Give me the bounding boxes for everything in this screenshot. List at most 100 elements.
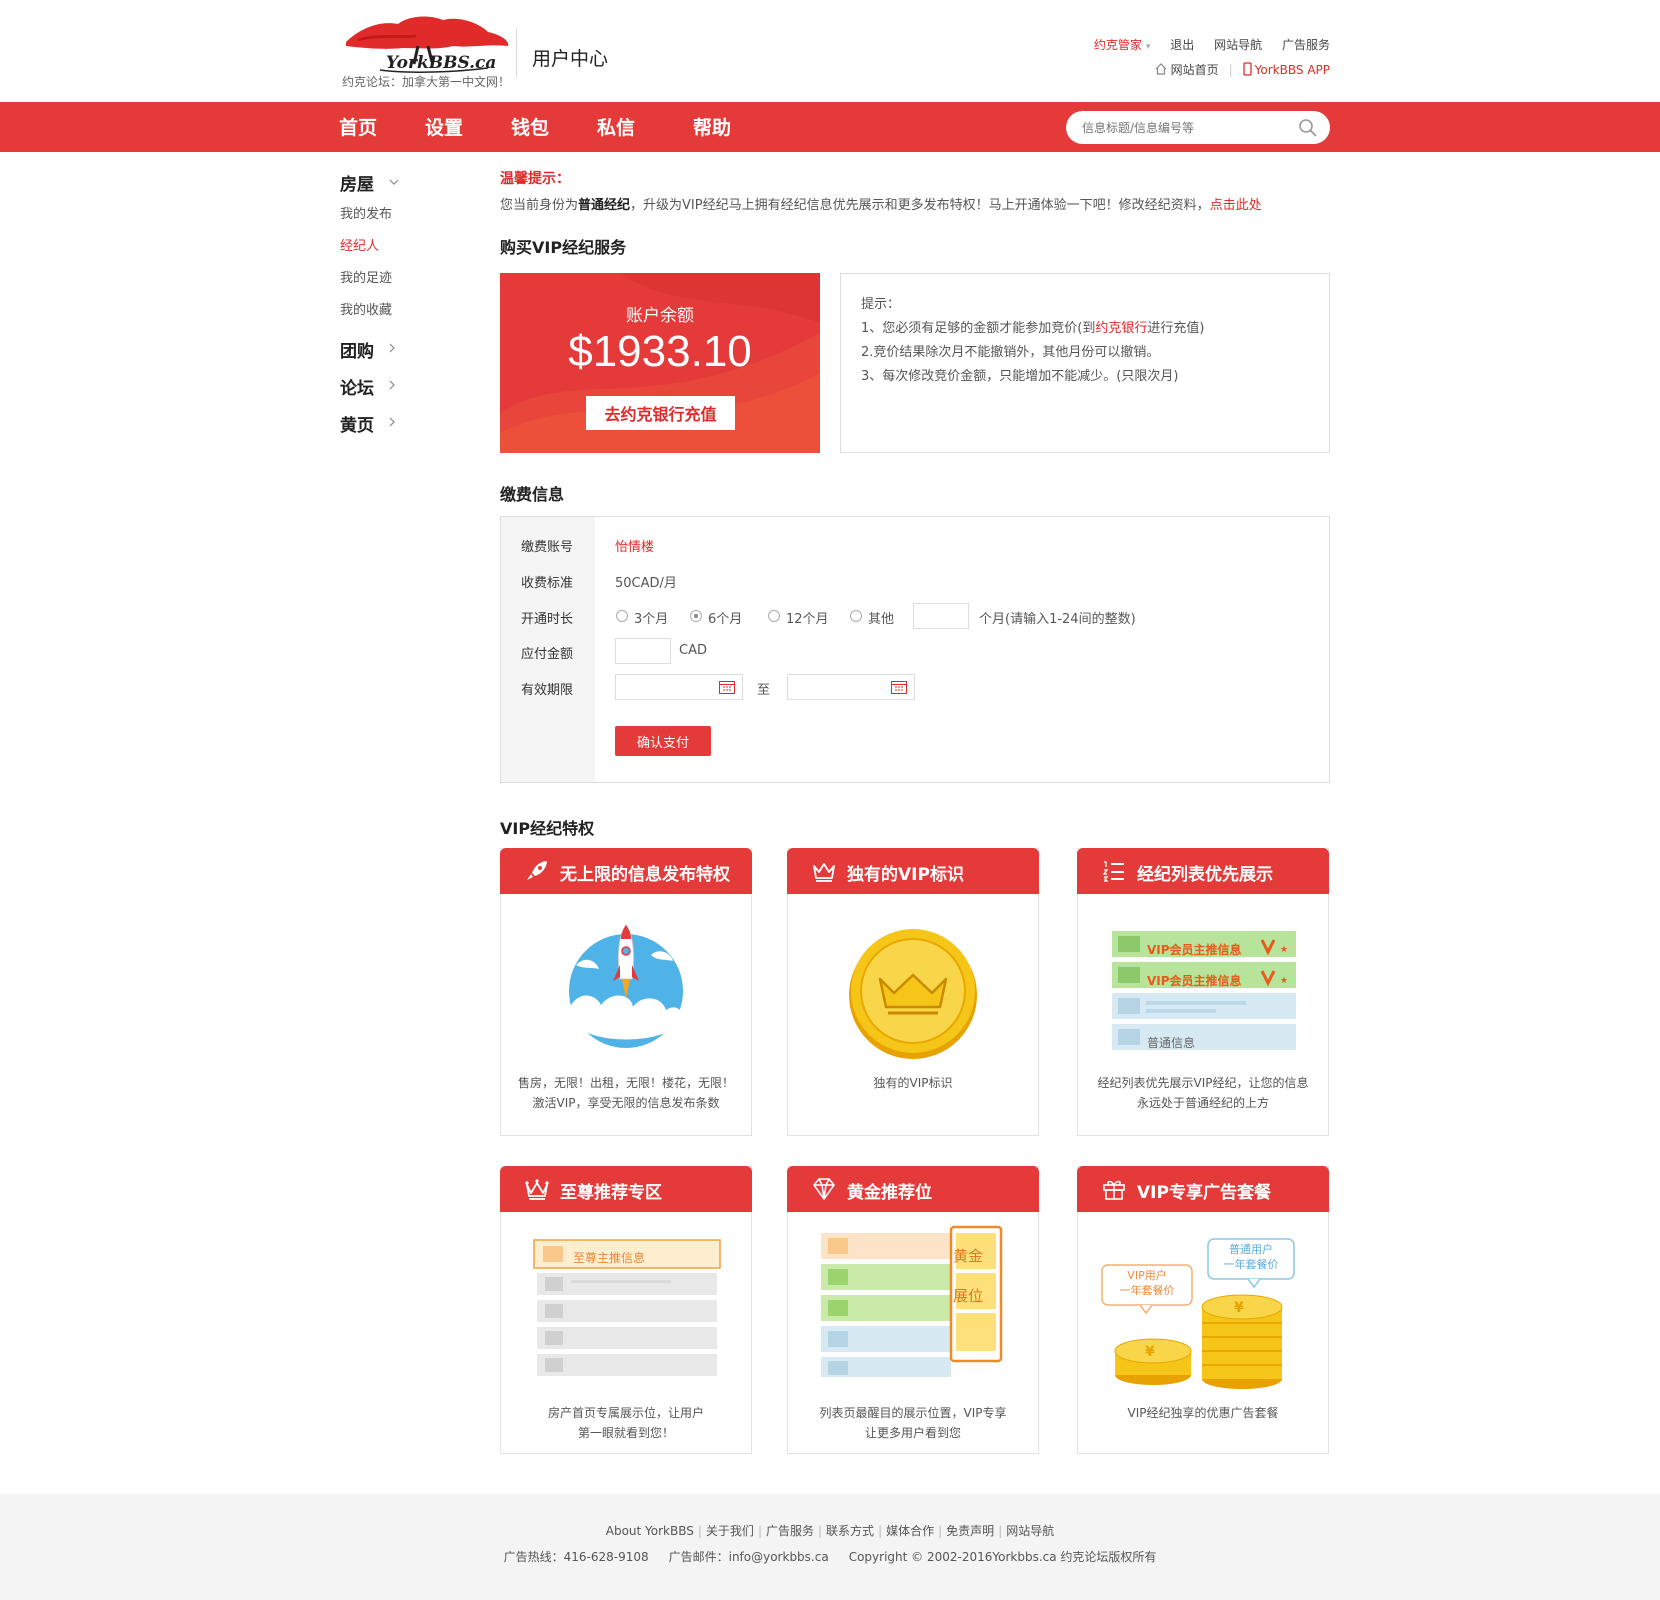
card-title: 独有的VIP标识: [847, 865, 964, 885]
notice-mid: ，升级为VIP经纪马上拥有经纪信息优先展示和更多发布特权！马上开通体验一下吧！修…: [630, 198, 1210, 213]
sidebar-item-house[interactable]: 房屋: [340, 170, 374, 195]
card-desc-line-1: 售房，无限！出租，无限！楼花，无限！: [517, 1076, 734, 1090]
notice-pre: 您当前身份为: [500, 198, 579, 213]
balance-label: 账户余额: [626, 306, 694, 326]
svg-text:YorkBBS.ca: YorkBBS.ca: [386, 53, 496, 73]
chevron-right-icon: [389, 343, 395, 353]
radio-12-months-label[interactable]: 12个月: [786, 608, 829, 627]
radio-other[interactable]: [850, 610, 862, 622]
radio-3-months-label[interactable]: 3个月: [634, 608, 668, 627]
footer-link-contact[interactable]: 联系方式: [826, 1524, 874, 1538]
nav-wallet[interactable]: 钱包: [511, 113, 549, 140]
sidebar-item-forum[interactable]: 论坛: [340, 374, 374, 399]
york-bank-link[interactable]: 约克银行: [1095, 321, 1147, 336]
sidebar-sub-history[interactable]: 我的足迹: [340, 267, 392, 286]
hint-box: 提示： 1、您必须有足够的金额才能参加竞价(到约克银行进行充值) 2.竞价结果除…: [840, 273, 1330, 453]
diamond-icon: [813, 1178, 835, 1200]
buy-section-title: 购买VIP经纪服务: [500, 238, 627, 257]
radio-12-months[interactable]: [768, 610, 780, 622]
standard-label: 收费标准: [521, 576, 574, 591]
hint1-pre: 1、您必须有足够的金额才能参加竞价(到: [861, 321, 1096, 336]
notice-link[interactable]: 点击此处: [1210, 198, 1262, 213]
app-link[interactable]: YorkBBS APP: [1255, 63, 1330, 77]
sidebar-sub-agent[interactable]: 经纪人: [340, 235, 379, 254]
card-desc-line-1: 独有的VIP标识: [873, 1076, 953, 1090]
payment-form: 缴费账号 怡情楼 收费标准 50CAD/月 开通时长 3个月 6个月 12个月 …: [500, 516, 1330, 783]
validity-to: 至: [757, 683, 771, 698]
art-bubble-normal-line-1: 普通用户: [1229, 1243, 1273, 1256]
hint-title: 提示：: [861, 297, 901, 312]
site-footer: About YorkBBS | 关于我们 | 广告服务 | 联系方式 | 媒体合作 | 免责声明 | 网…: [0, 1494, 1660, 1600]
nav-settings[interactable]: 设置: [425, 113, 463, 140]
gold-slot-illustration: [821, 1225, 1003, 1377]
balance-amount: $1933.10: [568, 327, 752, 376]
card-desc-line-2: 让更多用户看到您: [864, 1426, 961, 1440]
svg-text:★: ★: [1280, 945, 1288, 955]
art-bubble-normal-line-2: 一年套餐价: [1223, 1258, 1279, 1271]
footer-link-media[interactable]: 媒体合作: [886, 1524, 934, 1538]
sidebar-item-group-buy[interactable]: 团购: [340, 337, 374, 362]
privilege-card-priority-list: 经纪列表优先展示 ★ ★ VIP会员主推信息 VIP会员主推信息 普通信息 经纪…: [1077, 848, 1329, 1136]
chevron-right-icon: [389, 380, 395, 390]
card-desc-line-1: 经纪列表优先展示VIP经纪，让您的信息: [1097, 1076, 1309, 1090]
notice-status: 普通经纪: [578, 198, 631, 213]
svg-text:¥: ¥: [1145, 1344, 1155, 1360]
rocket-illustration: [569, 924, 683, 1048]
footer-email[interactable]: 广告邮件：info@yorkbbs.ca: [669, 1550, 829, 1564]
rocket-icon: [527, 861, 547, 880]
footer-link-about-en[interactable]: About YorkBBS: [606, 1524, 694, 1538]
calendar-icon[interactable]: [719, 680, 735, 694]
card-header: 独有的VIP标识: [787, 848, 1039, 894]
hint-line-2: 2.竞价结果除次月不能撤销外，其他月份可以撤销。: [861, 345, 1160, 360]
logout-link[interactable]: 退出: [1170, 38, 1194, 52]
custom-months-input[interactable]: [913, 603, 969, 629]
nav-help[interactable]: 帮助: [693, 113, 731, 140]
search-input[interactable]: [1082, 118, 1282, 138]
radio-6-months-label[interactable]: 6个月: [708, 608, 742, 627]
art-gold-label-2: 展位: [953, 1287, 984, 1305]
card-title: 至尊推荐专区: [560, 1183, 662, 1203]
art-vip-row-1: VIP会员主推信息: [1147, 943, 1242, 957]
standard-value: 50CAD/月: [615, 576, 677, 591]
radio-other-label[interactable]: 其他: [868, 608, 894, 627]
recharge-button[interactable]: 去约克银行充值: [586, 396, 735, 430]
confirm-payment-button[interactable]: 确认支付: [615, 726, 711, 756]
sidebar-sub-favorites[interactable]: 我的收藏: [340, 299, 392, 318]
list-icon: [1102, 861, 1124, 882]
notice-label: 温馨提示：: [500, 171, 570, 187]
separator: |: [938, 1524, 943, 1538]
separator: |: [1228, 63, 1233, 77]
footer-info: 广告热线：416-628-9108 广告邮件：info@yorkbbs.ca Cop…: [0, 1548, 1660, 1565]
radio-6-months[interactable]: [690, 610, 702, 622]
radio-3-months[interactable]: [616, 610, 628, 622]
search-icon[interactable]: [1298, 118, 1318, 138]
home-icon: [1155, 63, 1167, 75]
chevron-right-icon: [389, 417, 395, 427]
footer-link-about[interactable]: 关于我们: [706, 1524, 754, 1538]
amount-input[interactable]: [615, 638, 671, 664]
amount-unit: CAD: [679, 643, 707, 658]
card-title: 无上限的信息发布特权: [560, 865, 730, 885]
site-nav-link[interactable]: 网站导航: [1214, 38, 1262, 52]
footer-link-sitemap[interactable]: 网站导航: [1006, 1524, 1054, 1538]
validity-label: 有效期限: [521, 683, 574, 698]
card-title: 经纪列表优先展示: [1137, 865, 1273, 885]
home-link[interactable]: 网站首页: [1171, 63, 1219, 77]
footer-links: About YorkBBS | 关于我们 | 广告服务 | 联系方式 | 媒体合作 | 免责声明 | 网…: [0, 1522, 1660, 1539]
nav-messages[interactable]: 私信: [597, 113, 635, 140]
footer-link-disclaimer[interactable]: 免责声明: [946, 1524, 994, 1538]
separator: |: [998, 1524, 1003, 1538]
crown-icon: [813, 863, 835, 882]
duration-suffix: 个月(请输入1-24间的整数): [979, 612, 1136, 627]
privileges-title: VIP经纪特权: [500, 819, 595, 838]
card-header: 黄金推荐位: [787, 1166, 1039, 1212]
nav-home[interactable]: 首页: [339, 113, 377, 140]
sidebar-item-yellow-pages[interactable]: 黄页: [340, 411, 374, 436]
card-header: VIP专享广告套餐: [1077, 1166, 1329, 1212]
chevron-down-icon: ▾: [1145, 42, 1151, 52]
ad-service-link[interactable]: 广告服务: [1282, 38, 1330, 52]
calendar-icon[interactable]: [891, 680, 907, 694]
butler-link[interactable]: 约克管家: [1094, 38, 1142, 52]
footer-link-ads[interactable]: 广告服务: [766, 1524, 814, 1538]
sidebar-sub-my-posts[interactable]: 我的发布: [340, 203, 392, 222]
